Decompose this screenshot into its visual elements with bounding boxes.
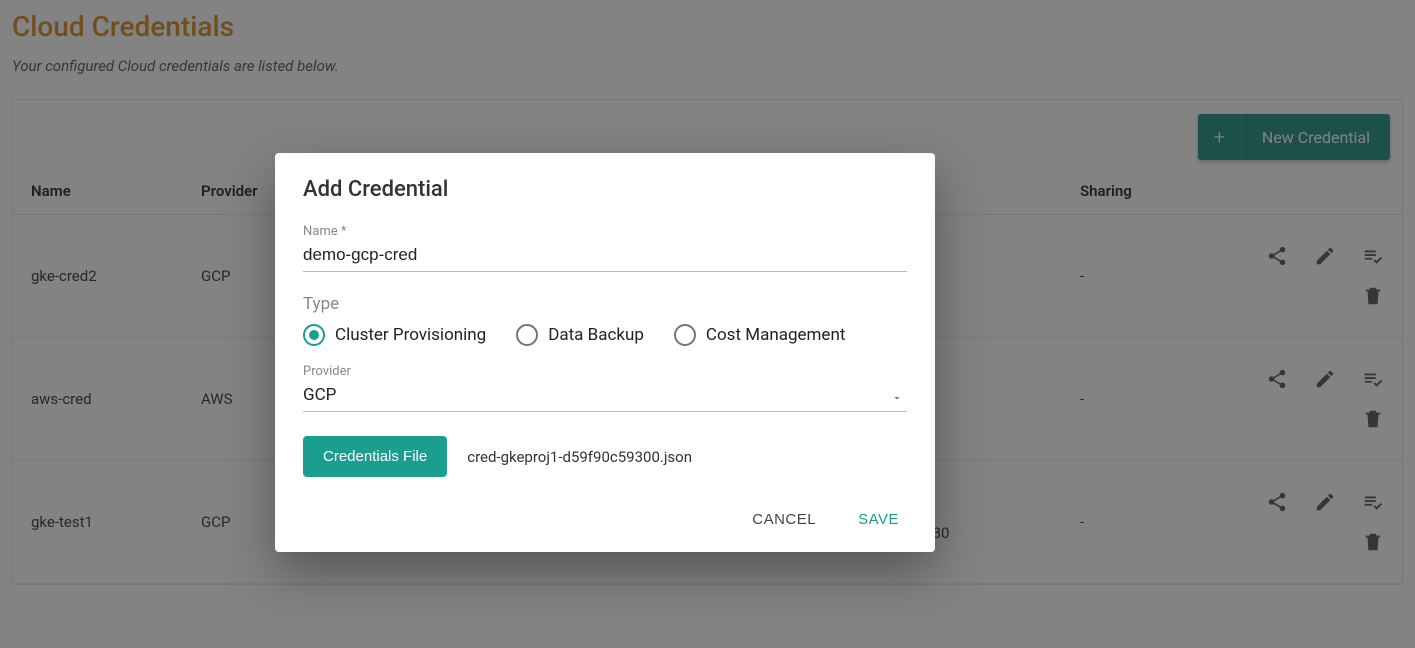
modal-title: Add Credential (303, 177, 907, 202)
provider-select[interactable]: GCP (303, 381, 907, 412)
add-credential-modal: Add Credential Name * Type Cluster Provi… (275, 153, 935, 552)
name-input[interactable] (303, 241, 907, 272)
radio-cluster-provisioning[interactable]: Cluster Provisioning (303, 324, 486, 346)
radio-label: Cost Management (706, 325, 845, 345)
radio-label: Cluster Provisioning (335, 325, 486, 345)
radio-circle-icon (303, 324, 325, 346)
radio-label: Data Backup (548, 325, 644, 345)
radio-data-backup[interactable]: Data Backup (516, 324, 644, 346)
credentials-file-button[interactable]: Credentials File (303, 436, 447, 477)
name-label: Name * (303, 224, 907, 239)
provider-label: Provider (303, 364, 907, 379)
save-button[interactable]: SAVE (854, 505, 903, 534)
radio-circle-icon (516, 324, 538, 346)
credentials-file-name: cred-gkeproj1-d59f90c59300.json (467, 448, 692, 466)
chevron-down-icon (891, 389, 903, 408)
radio-cost-management[interactable]: Cost Management (674, 324, 845, 346)
provider-value: GCP (303, 385, 336, 405)
type-label: Type (303, 294, 907, 314)
cancel-button[interactable]: CANCEL (748, 505, 820, 534)
radio-circle-icon (674, 324, 696, 346)
